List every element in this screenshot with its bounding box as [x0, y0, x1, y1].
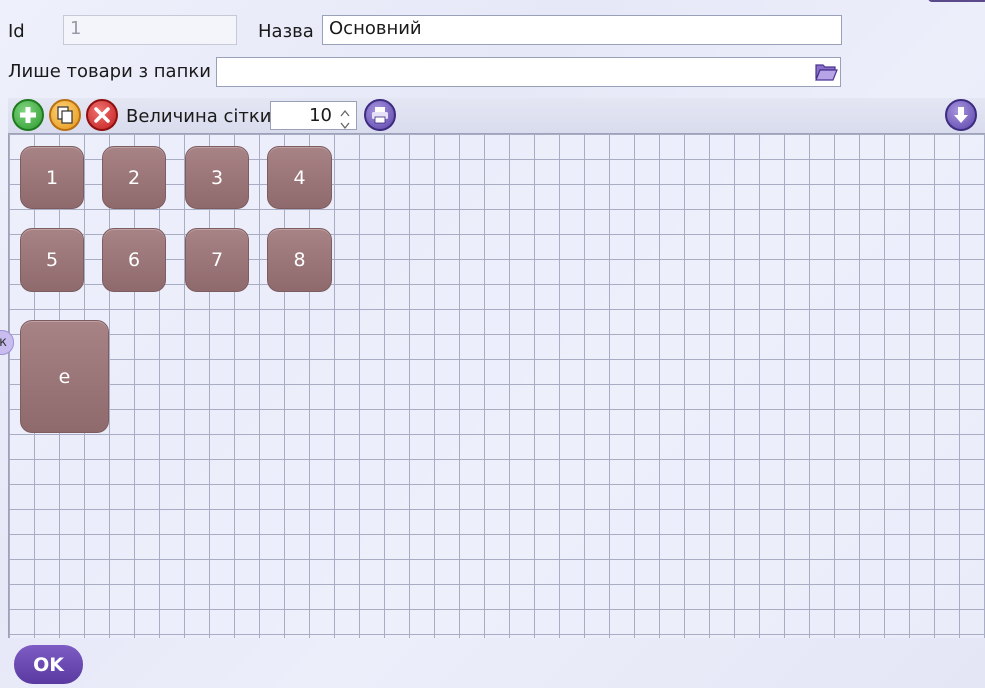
delete-icon	[94, 107, 110, 123]
grid-size-value: 10	[309, 105, 332, 126]
tile-button[interactable]: 8	[267, 228, 332, 292]
id-field[interactable]: 1	[63, 15, 237, 45]
spin-up-icon[interactable]	[337, 104, 353, 117]
ok-button[interactable]: OK	[14, 645, 83, 684]
grid-size-spinner[interactable]: 10	[270, 101, 357, 130]
folder-filter-label: Лише товари з папки	[8, 61, 211, 82]
print-icon	[372, 107, 388, 124]
tile-button[interactable]: 5	[20, 228, 84, 292]
tile-button[interactable]: 4	[267, 146, 332, 209]
tile-button[interactable]: 3	[185, 146, 249, 209]
window-corner-decoration	[928, 0, 985, 2]
download-icon	[954, 107, 968, 123]
delete-button[interactable]	[86, 99, 118, 131]
open-folder-icon[interactable]	[814, 61, 838, 83]
print-button[interactable]	[364, 99, 396, 131]
download-button[interactable]	[945, 99, 977, 131]
name-field[interactable]: Основний	[322, 15, 842, 45]
tile-button[interactable]: 7	[185, 228, 249, 292]
spin-down-icon[interactable]	[337, 116, 353, 130]
add-button[interactable]	[12, 99, 44, 131]
add-icon	[20, 107, 36, 123]
name-label: Назва	[258, 21, 314, 42]
folder-filter-field[interactable]	[216, 57, 841, 87]
side-tab-label: к	[0, 335, 7, 350]
tile-button[interactable]: e	[20, 320, 109, 433]
tile-button[interactable]: 1	[20, 146, 84, 209]
grid-size-label: Величина сітки	[126, 106, 272, 127]
tile-button[interactable]: 2	[102, 146, 166, 209]
copy-button[interactable]	[49, 99, 81, 131]
tile-button[interactable]: 6	[102, 228, 166, 292]
copy-icon	[57, 106, 73, 124]
id-label: Id	[8, 21, 25, 42]
